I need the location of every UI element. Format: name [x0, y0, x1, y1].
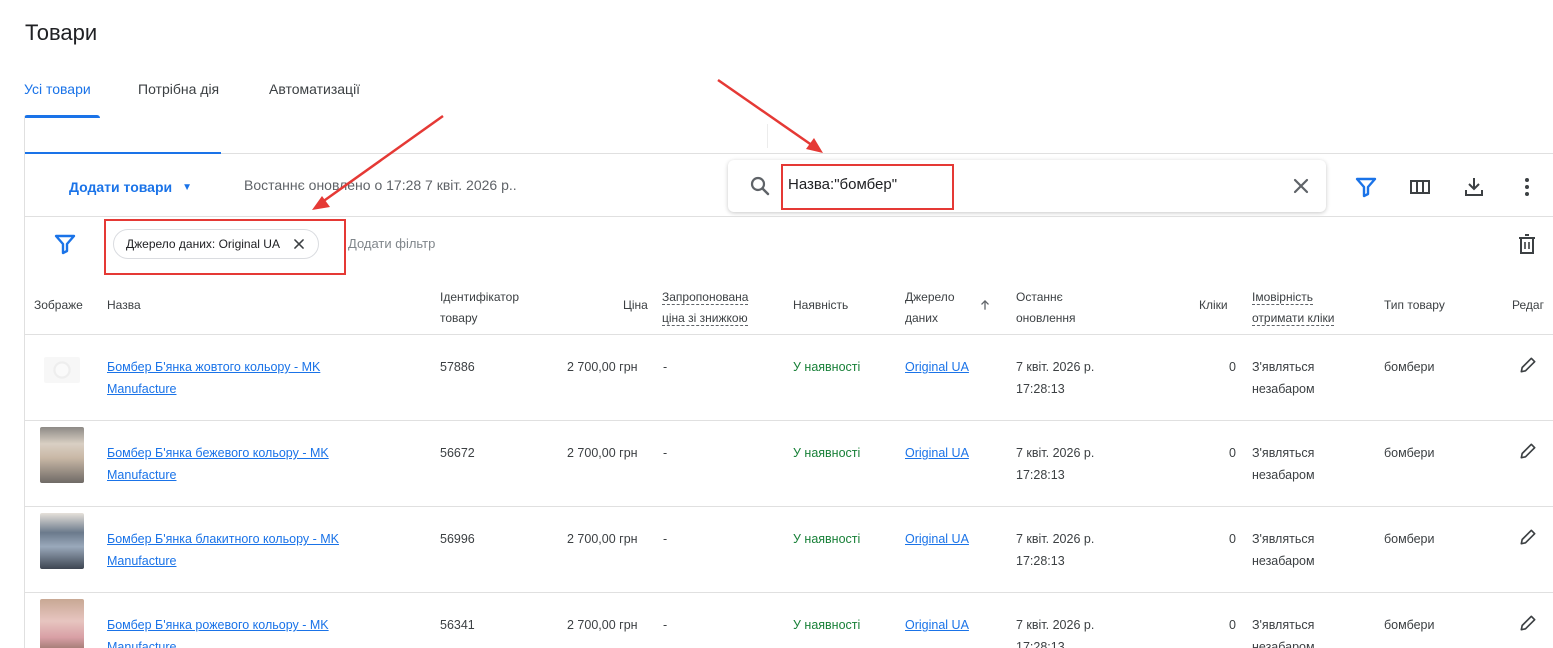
data-source-link[interactable]: Original UA: [905, 442, 969, 464]
filter-icon[interactable]: [53, 232, 77, 256]
column-header-image[interactable]: Зображе: [34, 295, 104, 316]
product-sale-price: -: [663, 532, 668, 546]
last-update-value: 7 квіт. 2026 р. 17:28:13: [1016, 532, 1095, 568]
column-header-sale-price-label: Запропонована ціна зі знижкою: [662, 290, 749, 326]
add-products-button[interactable]: Додати товари ▼: [69, 172, 202, 202]
more-vert-icon[interactable]: [1515, 175, 1539, 199]
data-source-link[interactable]: Original UA: [905, 356, 969, 378]
tab-action-needed[interactable]: Потрібна дія: [138, 81, 219, 97]
product-sale-price: -: [663, 618, 668, 632]
columns-icon[interactable]: [1408, 175, 1432, 199]
product-type-value: бомбери: [1384, 618, 1435, 632]
search-icon: [750, 176, 770, 196]
product-thumbnail: [44, 357, 80, 383]
column-header-id[interactable]: Ідентифікатор товару: [440, 287, 550, 329]
product-thumbnail: [40, 427, 84, 483]
search-box[interactable]: Назва:"бомбер": [728, 160, 1326, 212]
table-row[interactable]: Бомбер Б'янка жовтого кольору - MK Manuf…: [24, 335, 1553, 421]
product-sale-price: -: [663, 360, 668, 374]
column-header-availability[interactable]: Наявність: [793, 295, 848, 316]
column-header-price[interactable]: Ціна: [623, 295, 648, 316]
panel-divider: [767, 124, 768, 148]
search-input[interactable]: Назва:"бомбер": [788, 176, 897, 193]
edit-pencil-icon[interactable]: [1518, 441, 1538, 461]
close-icon[interactable]: [292, 237, 306, 251]
arrow-upward-icon[interactable]: [978, 298, 992, 312]
product-name-link[interactable]: Бомбер Б'янка бежевого кольору - MK Manu…: [107, 442, 387, 486]
table-row[interactable]: Бомбер Б'янка рожевого кольору - MK Manu…: [24, 593, 1553, 648]
filter-icon[interactable]: [1354, 175, 1378, 199]
product-thumbnail: [40, 513, 84, 569]
last-update-value: 7 квіт. 2026 р. 17:28:13: [1016, 618, 1095, 648]
clicks-value: 0: [1229, 360, 1236, 374]
table-row[interactable]: Бомбер Б'янка блакитного кольору - MK Ma…: [24, 507, 1553, 593]
product-id: 57886: [440, 360, 475, 374]
click-probability-value: З'являться незабаром: [1252, 360, 1315, 396]
close-icon[interactable]: [1289, 174, 1313, 198]
column-header-data-source[interactable]: Джерело даних: [905, 287, 967, 329]
product-name-link[interactable]: Бомбер Б'янка рожевого кольору - MK Manu…: [107, 614, 387, 648]
product-name-link[interactable]: Бомбер Б'янка жовтого кольору - MK Manuf…: [107, 356, 387, 400]
availability-status: У наявності: [793, 446, 861, 460]
column-header-last-update[interactable]: Останнє оновлення: [1016, 287, 1106, 329]
last-update-value: 7 квіт. 2026 р. 17:28:13: [1016, 360, 1095, 396]
panel-accent-line: [25, 152, 221, 154]
data-source-link[interactable]: Original UA: [905, 614, 969, 636]
product-thumbnail: [40, 599, 84, 648]
click-probability-value: З'являться незабаром: [1252, 446, 1315, 482]
product-price: 2 700,00 грн: [567, 360, 638, 374]
availability-status: У наявності: [793, 618, 861, 632]
product-id: 56996: [440, 532, 475, 546]
tab-all-products[interactable]: Усі товари: [24, 81, 91, 97]
add-products-label: Додати товари: [69, 179, 173, 195]
edit-pencil-icon[interactable]: [1518, 527, 1538, 547]
product-price: 2 700,00 грн: [567, 446, 638, 460]
availability-status: У наявності: [793, 360, 861, 374]
product-type-value: бомбери: [1384, 446, 1435, 460]
click-probability-value: З'являться незабаром: [1252, 618, 1315, 648]
column-header-product-type[interactable]: Тип товару: [1384, 295, 1445, 316]
caret-down-icon: ▼: [182, 181, 193, 193]
product-price: 2 700,00 грн: [567, 618, 638, 632]
filter-chip-label: Джерело даних: Original UA: [126, 237, 280, 251]
filter-chip-data-source[interactable]: Джерело даних: Original UA: [113, 229, 319, 259]
column-header-edit[interactable]: Редаг: [1512, 295, 1553, 316]
page-title: Товари: [25, 20, 98, 45]
delete-icon[interactable]: [1515, 232, 1539, 256]
edit-pencil-icon[interactable]: [1518, 613, 1538, 633]
product-name-link[interactable]: Бомбер Б'янка блакитного кольору - MK Ma…: [107, 528, 387, 572]
column-header-clicks[interactable]: Кліки: [1199, 295, 1228, 316]
tab-automations[interactable]: Автоматизації: [269, 81, 360, 97]
column-header-click-probability-label: Імовірність отримати кліки: [1252, 290, 1335, 326]
download-icon[interactable]: [1462, 175, 1486, 199]
panel-top-strip: [25, 116, 1553, 154]
last-update-value: 7 квіт. 2026 р. 17:28:13: [1016, 446, 1095, 482]
clicks-value: 0: [1229, 618, 1236, 632]
clicks-value: 0: [1229, 446, 1236, 460]
last-updated-text: Востаннє оновлено о 17:28 7 квіт. 2026 р…: [244, 177, 517, 193]
click-probability-value: З'являться незабаром: [1252, 532, 1315, 568]
product-sale-price: -: [663, 446, 668, 460]
toolbar-divider: [25, 216, 1553, 217]
data-source-link[interactable]: Original UA: [905, 528, 969, 550]
add-filter-link[interactable]: Додати фільтр: [348, 236, 435, 251]
availability-status: У наявності: [793, 532, 861, 546]
clicks-value: 0: [1229, 532, 1236, 546]
column-header-click-probability[interactable]: Імовірність отримати кліки: [1252, 287, 1358, 329]
product-id: 56672: [440, 446, 475, 460]
column-header-sale-price[interactable]: Запропонована ціна зі знижкою: [662, 287, 774, 329]
edit-pencil-icon[interactable]: [1518, 355, 1538, 375]
table-row[interactable]: Бомбер Б'янка бежевого кольору - MK Manu…: [24, 421, 1553, 507]
column-header-name[interactable]: Назва: [107, 295, 141, 316]
product-type-value: бомбери: [1384, 532, 1435, 546]
product-type-value: бомбери: [1384, 360, 1435, 374]
product-id: 56341: [440, 618, 475, 632]
product-price: 2 700,00 грн: [567, 532, 638, 546]
